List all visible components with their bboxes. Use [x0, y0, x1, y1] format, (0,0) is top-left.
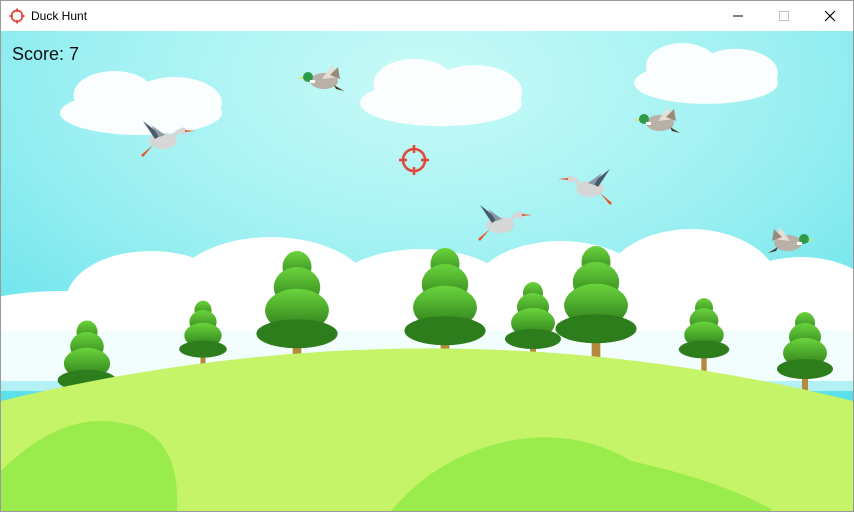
- duck-target[interactable]: [632, 105, 682, 137]
- minimize-icon: [733, 15, 743, 17]
- game-canvas[interactable]: Score: 7: [1, 31, 853, 511]
- score-display: Score: 7: [12, 44, 79, 65]
- heron-target[interactable]: [556, 167, 614, 211]
- score-label: Score:: [12, 44, 65, 64]
- score-value: 7: [69, 44, 80, 64]
- game-window: Duck Hunt Score: 7: [0, 0, 854, 512]
- maximize-button[interactable]: [761, 1, 807, 31]
- duck-target[interactable]: [766, 225, 816, 257]
- close-icon: [824, 10, 836, 22]
- game-background: [1, 31, 853, 511]
- maximize-icon: [779, 11, 789, 21]
- duck-target[interactable]: [296, 63, 346, 95]
- title-bar[interactable]: Duck Hunt: [1, 1, 853, 31]
- close-button[interactable]: [807, 1, 853, 31]
- crosshair-cursor: [399, 145, 429, 175]
- heron-target[interactable]: [476, 203, 534, 247]
- crosshair-icon: [9, 8, 25, 24]
- window-title: Duck Hunt: [31, 9, 88, 23]
- heron-target[interactable]: [139, 119, 197, 163]
- minimize-button[interactable]: [715, 1, 761, 31]
